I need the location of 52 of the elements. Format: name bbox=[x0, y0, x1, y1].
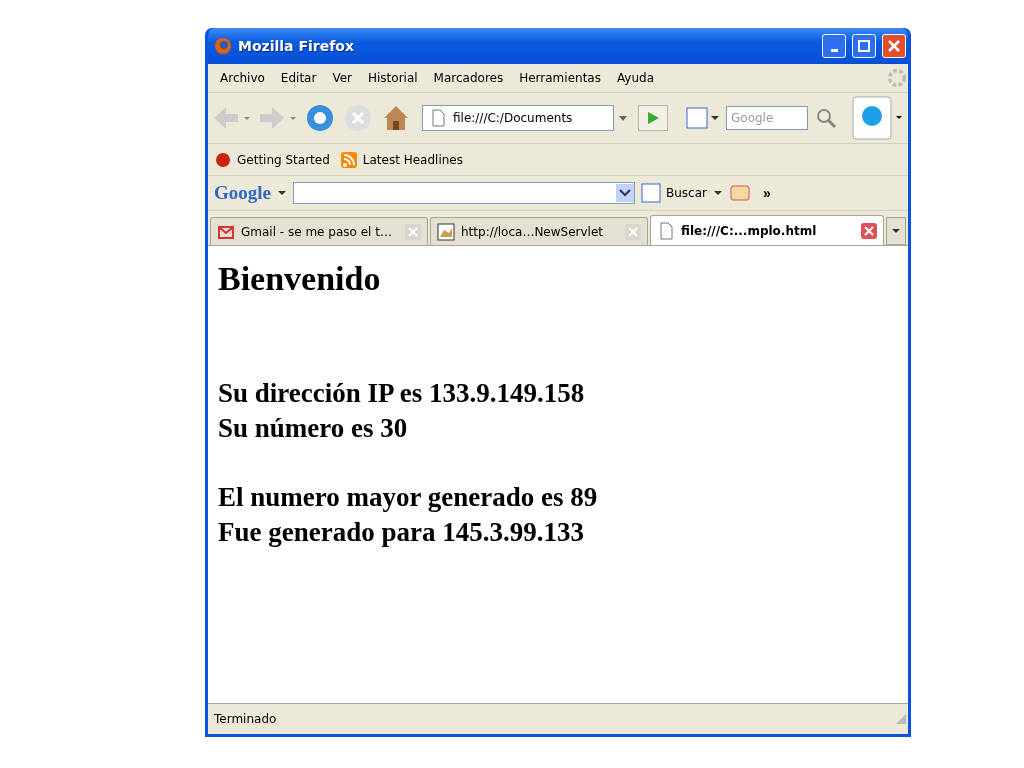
browser-tab[interactable]: file:///C:...mplo.html bbox=[650, 215, 884, 245]
skype-button[interactable] bbox=[852, 96, 904, 140]
menu-item[interactable]: Marcadores bbox=[425, 71, 512, 85]
status-text: Terminado bbox=[214, 712, 278, 726]
document-icon bbox=[657, 221, 675, 240]
page-text: Fue generado para 145.3.99.133 bbox=[218, 516, 585, 549]
overflow-button[interactable]: » bbox=[763, 185, 771, 201]
browser-tab[interactable]: Gmail - se me paso el t… bbox=[210, 217, 428, 245]
tab-list-button[interactable] bbox=[886, 217, 906, 245]
menu-item[interactable]: Historial bbox=[360, 71, 426, 85]
google-search-field[interactable] bbox=[293, 182, 635, 204]
play-icon bbox=[646, 111, 661, 125]
page-text: Su número es 30 bbox=[218, 412, 409, 445]
caret-icon bbox=[619, 115, 628, 121]
window-title: Mozilla Firefox bbox=[238, 38, 355, 54]
throbber-icon bbox=[886, 67, 908, 89]
reload-button[interactable] bbox=[304, 102, 336, 134]
maximize-icon bbox=[858, 40, 870, 52]
minimize-button[interactable] bbox=[822, 34, 846, 58]
news-button[interactable] bbox=[729, 183, 751, 203]
dropdown-button[interactable] bbox=[713, 188, 723, 198]
search-button[interactable] bbox=[814, 106, 838, 130]
caret-icon bbox=[892, 228, 900, 234]
close-icon[interactable] bbox=[861, 222, 877, 239]
menu-item[interactable]: Archivo bbox=[212, 71, 273, 85]
square-icon bbox=[641, 183, 661, 203]
close-icon bbox=[888, 40, 900, 52]
menu-item[interactable]: Ver bbox=[324, 71, 360, 85]
document-icon bbox=[429, 109, 447, 127]
menu-item[interactable]: Ayuda bbox=[608, 71, 663, 85]
url-text: file:///C:/Documents bbox=[453, 111, 573, 125]
google-logo: Google bbox=[214, 182, 271, 204]
menu-item[interactable]: Editar bbox=[272, 71, 325, 85]
page-text: El numero mayor generado es 89 bbox=[218, 481, 599, 514]
bookmark-link[interactable]: Latest Headlines bbox=[339, 150, 463, 169]
search-engine-button[interactable] bbox=[686, 106, 720, 130]
go-button[interactable] bbox=[638, 105, 668, 131]
page-heading: Bienvenido bbox=[218, 260, 382, 298]
search-field[interactable]: Google bbox=[726, 106, 808, 130]
maximize-button[interactable] bbox=[852, 34, 876, 58]
rss-icon bbox=[339, 150, 358, 169]
page-text: Su dirección IP es 133.9.149.158 bbox=[218, 377, 586, 410]
google-search-button[interactable]: Buscar bbox=[641, 183, 707, 203]
menu-item[interactable]: Herramientas bbox=[511, 71, 609, 85]
dropdown-button[interactable] bbox=[277, 188, 287, 198]
minimize-icon bbox=[830, 48, 838, 52]
resize-grip-icon bbox=[894, 712, 908, 726]
browser-tab[interactable]: http://loca…NewServlet bbox=[430, 217, 648, 245]
bookmark-link[interactable]: Getting Started bbox=[214, 150, 330, 169]
chevron-down-icon bbox=[616, 184, 634, 202]
url-field[interactable]: file:///C:/Documents bbox=[422, 105, 615, 131]
close-button[interactable] bbox=[882, 34, 906, 58]
